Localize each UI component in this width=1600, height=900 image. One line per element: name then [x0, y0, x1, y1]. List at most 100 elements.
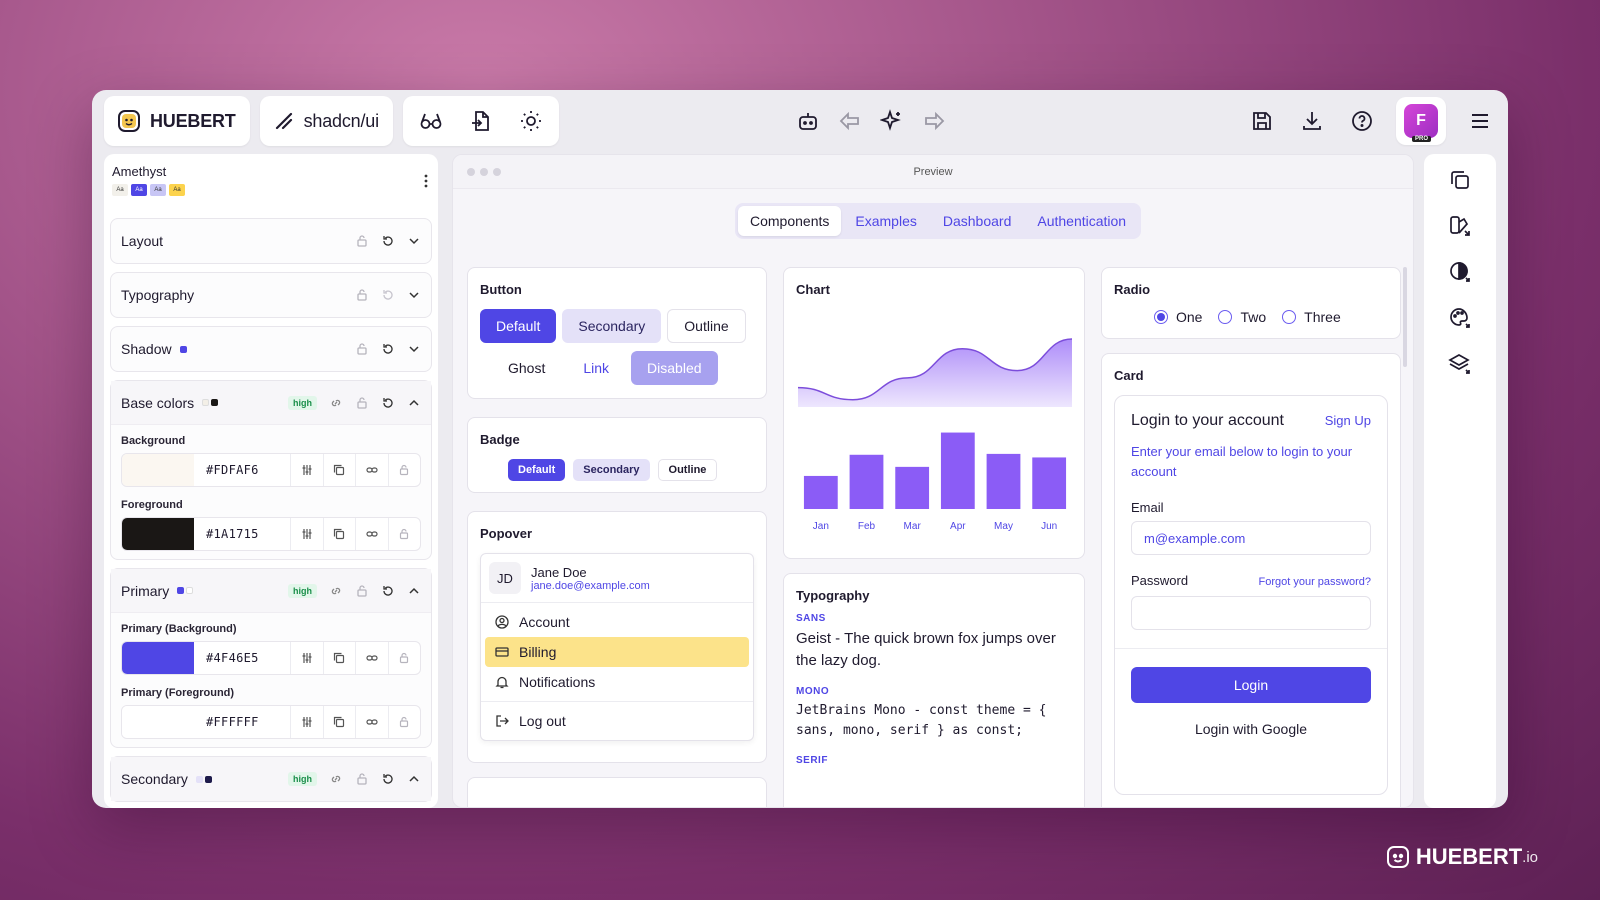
link-icon[interactable] — [355, 454, 388, 486]
tab-authentication[interactable]: Authentication — [1025, 206, 1138, 236]
chevron-up-icon[interactable] — [407, 396, 421, 410]
reset-icon[interactable] — [381, 584, 395, 598]
robot-icon[interactable] — [792, 105, 824, 137]
lock-icon[interactable] — [355, 396, 369, 410]
sun-icon[interactable] — [515, 105, 547, 137]
login-button[interactable]: Login — [1131, 667, 1371, 703]
sliders-icon[interactable] — [290, 642, 323, 674]
primary-fg-hex[interactable]: #FFFFFF — [194, 715, 290, 729]
link-icon[interactable] — [329, 772, 343, 786]
footer-brand[interactable]: HUEBERT .io — [1386, 844, 1538, 870]
radio-option-three[interactable]: Three — [1282, 309, 1341, 325]
section-layout-header[interactable]: Layout — [111, 219, 431, 263]
contrast-icon[interactable] — [1446, 258, 1474, 286]
link-icon[interactable] — [355, 518, 388, 550]
radio-button[interactable] — [1154, 310, 1168, 324]
link-icon[interactable] — [355, 706, 388, 738]
link-icon[interactable] — [329, 584, 343, 598]
theme-options-icon[interactable] — [424, 174, 428, 188]
foreground-hex[interactable]: #1A1715 — [194, 527, 290, 541]
copy-icon[interactable] — [322, 454, 356, 486]
lock-icon[interactable] — [387, 518, 421, 550]
forgot-password-link[interactable]: Forgot your password? — [1259, 576, 1372, 588]
ghost-button[interactable]: Ghost — [492, 351, 561, 385]
preview-scrollbar[interactable] — [1403, 267, 1407, 367]
sliders-icon[interactable] — [290, 454, 323, 486]
glasses-icon[interactable] — [415, 105, 447, 137]
avatar[interactable]: F PRO — [1404, 104, 1438, 142]
link-icon[interactable] — [355, 642, 388, 674]
tab-dashboard[interactable]: Dashboard — [931, 206, 1024, 236]
chevron-down-icon[interactable] — [407, 342, 421, 356]
reset-icon[interactable] — [381, 288, 395, 302]
foreground-swatch[interactable] — [122, 518, 194, 550]
reset-icon[interactable] — [381, 342, 395, 356]
lock-icon[interactable] — [387, 642, 421, 674]
palette-icon[interactable] — [1446, 304, 1474, 332]
redo-arrow-icon[interactable] — [918, 105, 950, 137]
reset-icon[interactable] — [381, 396, 395, 410]
chevron-down-icon[interactable] — [407, 288, 421, 302]
primary-bg-hex[interactable]: #4F46E5 — [194, 651, 290, 665]
section-typography-header[interactable]: Typography — [111, 273, 431, 317]
chevron-down-icon[interactable] — [407, 234, 421, 248]
tab-components[interactable]: Components — [738, 206, 842, 236]
layers-icon[interactable] — [1446, 350, 1474, 378]
sparkles-icon[interactable] — [876, 105, 908, 137]
background-swatch[interactable] — [122, 454, 194, 486]
swatchbook-icon[interactable] — [1446, 212, 1474, 240]
copy-icon[interactable] — [322, 706, 356, 738]
primary-bg-swatch[interactable] — [122, 642, 194, 674]
section-shadow-header[interactable]: Shadow — [111, 327, 431, 371]
undo-arrow-icon[interactable] — [834, 105, 866, 137]
lock-icon[interactable] — [355, 288, 369, 302]
lock-icon[interactable] — [355, 772, 369, 786]
file-import-icon[interactable] — [465, 105, 497, 137]
lock-icon[interactable] — [387, 454, 421, 486]
account-chip[interactable]: F PRO — [1396, 97, 1446, 145]
link-button[interactable]: Link — [567, 351, 625, 385]
lock-icon[interactable] — [355, 234, 369, 248]
menu-item-notifications[interactable]: Notifications — [485, 667, 749, 697]
tab-examples[interactable]: Examples — [843, 206, 928, 236]
chevron-up-icon[interactable] — [407, 772, 421, 786]
background-hex[interactable]: #FDFAF6 — [194, 463, 290, 477]
section-primary-header[interactable]: Primary high — [111, 569, 431, 613]
help-icon[interactable] — [1346, 105, 1378, 137]
default-button[interactable]: Default — [480, 309, 557, 343]
lock-icon[interactable] — [387, 706, 421, 738]
download-icon[interactable] — [1296, 105, 1328, 137]
copy-theme-icon[interactable] — [1446, 166, 1474, 194]
radio-option-two[interactable]: Two — [1218, 309, 1266, 325]
save-icon[interactable] — [1246, 105, 1278, 137]
menu-item-billing[interactable]: Billing — [485, 637, 749, 667]
copy-icon[interactable] — [322, 518, 356, 550]
password-input[interactable] — [1131, 596, 1371, 630]
copy-icon[interactable] — [322, 642, 356, 674]
reset-icon[interactable] — [381, 772, 395, 786]
email-input[interactable]: m@example.com — [1131, 521, 1371, 555]
lock-icon[interactable] — [355, 584, 369, 598]
library-selector[interactable]: shadcn/ui — [259, 96, 393, 146]
sliders-icon[interactable] — [290, 518, 323, 550]
radio-button[interactable] — [1282, 310, 1297, 324]
radio-option-one[interactable]: One — [1154, 309, 1202, 325]
section-secondary-header[interactable]: Secondary high — [111, 757, 431, 801]
menu-item-account[interactable]: Account — [485, 607, 749, 637]
menu-item-logout[interactable]: Log out — [485, 706, 749, 736]
primary-fg-swatch[interactable] — [122, 706, 194, 738]
login-google-button[interactable]: Login with Google — [1131, 711, 1371, 747]
secondary-button[interactable]: Secondary — [562, 309, 662, 343]
radio-button[interactable] — [1218, 310, 1233, 324]
hamburger-menu-icon[interactable] — [1464, 105, 1496, 137]
signup-link[interactable]: Sign Up — [1325, 413, 1371, 428]
reset-icon[interactable] — [381, 234, 395, 248]
default-badge: Default — [508, 459, 566, 481]
brand-chip[interactable]: HUEBERT — [104, 96, 250, 146]
outline-button[interactable]: Outline — [667, 309, 746, 343]
chevron-up-icon[interactable] — [407, 584, 421, 598]
lock-icon[interactable] — [355, 342, 369, 356]
section-base-colors-header[interactable]: Base colors high — [111, 381, 431, 425]
link-icon[interactable] — [329, 396, 343, 410]
sliders-icon[interactable] — [290, 706, 323, 738]
